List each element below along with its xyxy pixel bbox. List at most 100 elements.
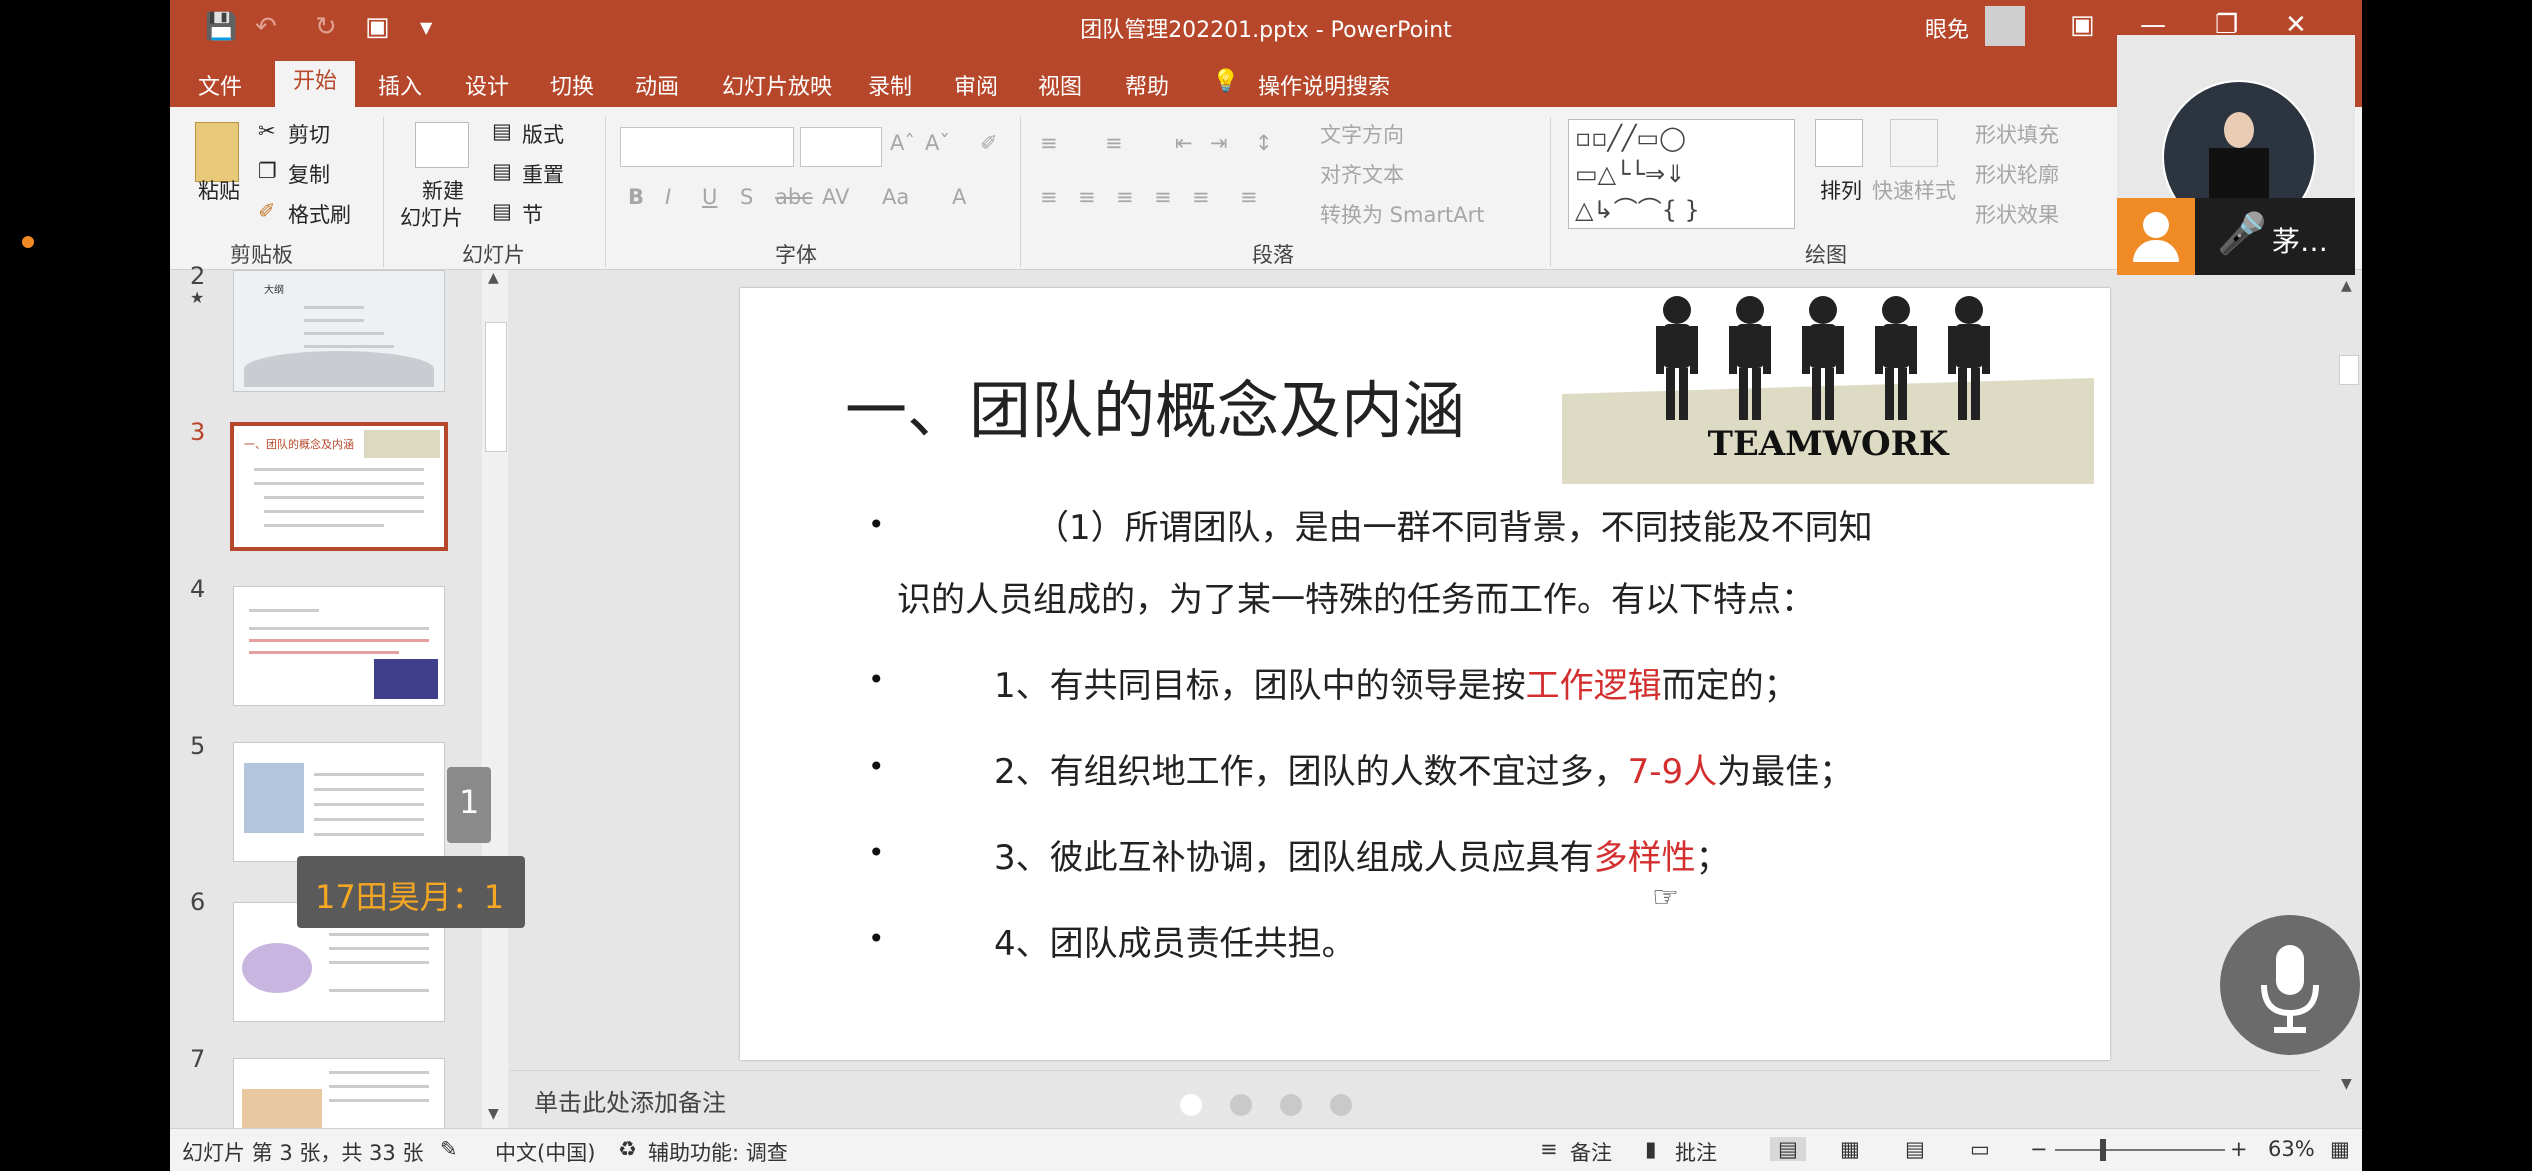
scroll-up-icon[interactable]: ▲ bbox=[2341, 278, 2352, 294]
avatar[interactable] bbox=[1985, 6, 2025, 46]
quick-styles-button[interactable]: 快速样式 bbox=[1872, 175, 1956, 205]
cut-icon[interactable]: ✂ bbox=[258, 119, 276, 143]
normal-view-icon[interactable]: ▤ bbox=[1770, 1137, 1806, 1161]
language-indicator[interactable]: 中文(中国) bbox=[495, 1137, 595, 1167]
scroll-up-icon[interactable]: ▲ bbox=[488, 270, 499, 286]
slide-title[interactable]: 一、团队的概念及内涵 bbox=[845, 360, 1465, 450]
distributed-icon[interactable]: ≡ bbox=[1192, 185, 1210, 209]
align-right-icon[interactable]: ≡ bbox=[1116, 185, 1134, 209]
clear-format-icon[interactable]: ✐ bbox=[980, 131, 998, 155]
tab-review[interactable]: 审阅 bbox=[954, 69, 998, 101]
zoom-level[interactable]: 63% bbox=[2268, 1137, 2315, 1161]
ribbon-display-icon[interactable]: ▣ bbox=[2070, 10, 2095, 40]
video-call-tile[interactable]: 🎤 茅… bbox=[2117, 35, 2355, 275]
thumbnail-slide-2[interactable]: 大纲 bbox=[233, 270, 445, 392]
copy-icon[interactable]: ❐ bbox=[258, 159, 277, 183]
zoom-slider[interactable] bbox=[2055, 1149, 2225, 1151]
increase-indent-icon[interactable]: ⇥ bbox=[1210, 131, 1228, 155]
zoom-in-icon[interactable]: + bbox=[2230, 1137, 2248, 1161]
bullets-icon[interactable]: ≡ bbox=[1040, 131, 1058, 155]
convert-smartart-button[interactable]: 转换为 SmartArt bbox=[1320, 199, 1484, 229]
page-dot-active[interactable] bbox=[1180, 1094, 1202, 1116]
page-dot[interactable] bbox=[1330, 1094, 1352, 1116]
paragraph-1-line-1[interactable]: （1）所谓团队，是由一群不同背景，不同技能及不同知 bbox=[1035, 500, 1873, 549]
paragraph-3[interactable]: 2、有组织地工作，团队的人数不宜过多，7-9人为最佳； bbox=[994, 744, 1853, 793]
scrollbar-thumb[interactable] bbox=[485, 322, 507, 452]
font-name-input[interactable] bbox=[620, 127, 794, 167]
notes-pane[interactable]: 单击此处添加备注 bbox=[510, 1070, 2320, 1129]
layout-button[interactable]: 版式 bbox=[522, 119, 564, 149]
teamwork-image[interactable]: TEAMWORK bbox=[1562, 288, 2094, 484]
font-color-button[interactable]: A bbox=[952, 185, 966, 209]
line-spacing-icon[interactable]: ↕ bbox=[1255, 131, 1273, 155]
char-spacing-button[interactable]: AV bbox=[822, 185, 849, 209]
shape-effects-button[interactable]: 形状效果 bbox=[1975, 199, 2059, 229]
format-painter-icon[interactable]: ✐ bbox=[258, 199, 276, 223]
paragraph-5[interactable]: 4、团队成员责任共担。 bbox=[994, 916, 1356, 965]
align-left-icon[interactable]: ≡ bbox=[1040, 185, 1058, 209]
quick-styles-icon[interactable] bbox=[1890, 119, 1938, 167]
notes-button[interactable]: 备注 bbox=[1570, 1137, 1612, 1167]
new-slide-line1[interactable]: 新建 bbox=[422, 175, 464, 205]
thumbnail-scrollbar[interactable]: ▲ ▼ bbox=[482, 270, 508, 1128]
copy-button[interactable]: 复制 bbox=[288, 159, 330, 189]
thumbnail-slide-3[interactable]: 一、团队的概念及内涵 bbox=[230, 422, 448, 551]
tab-slideshow[interactable]: 幻灯片放映 bbox=[722, 69, 832, 101]
scroll-down-icon[interactable]: ▼ bbox=[2341, 1076, 2352, 1092]
grow-font-icon[interactable]: Aˆ bbox=[890, 131, 915, 155]
page-dot[interactable] bbox=[1230, 1094, 1252, 1116]
arrange-icon[interactable] bbox=[1815, 119, 1863, 167]
tab-help[interactable]: 帮助 bbox=[1125, 69, 1169, 101]
strikethrough-button[interactable]: abc bbox=[775, 185, 813, 209]
paste-button[interactable]: 粘贴 bbox=[198, 175, 240, 205]
italic-button[interactable]: I bbox=[665, 185, 671, 209]
slideshow-icon[interactable]: ▭ bbox=[1970, 1137, 1990, 1161]
decrease-indent-icon[interactable]: ⇤ bbox=[1175, 131, 1193, 155]
columns-icon[interactable]: ≡ bbox=[1240, 185, 1258, 209]
slide-canvas[interactable]: 一、团队的概念及内涵 TEAMWORK • （1）所谓团队，是由一群不同背景，不… bbox=[740, 288, 2110, 1060]
shrink-font-icon[interactable]: Aˇ bbox=[925, 131, 950, 155]
layout-icon[interactable]: ▤ bbox=[492, 119, 512, 143]
tab-animations[interactable]: 动画 bbox=[635, 69, 679, 101]
tab-record[interactable]: 录制 bbox=[868, 69, 912, 101]
new-slide-button[interactable]: 幻灯片 bbox=[400, 202, 463, 232]
tab-design[interactable]: 设计 bbox=[465, 69, 509, 101]
comments-icon[interactable]: ▮ bbox=[1645, 1137, 1657, 1161]
paste-icon[interactable] bbox=[195, 122, 239, 182]
scrollbar-thumb[interactable] bbox=[2339, 355, 2359, 385]
tab-transitions[interactable]: 切换 bbox=[550, 69, 594, 101]
underline-button[interactable]: U bbox=[702, 185, 717, 209]
paragraph-4[interactable]: 3、彼此互补协调，团队组成人员应具有多样性； bbox=[994, 830, 1730, 879]
format-painter-button[interactable]: 格式刷 bbox=[288, 199, 351, 229]
tab-home[interactable]: 开始 bbox=[275, 61, 356, 107]
align-center-icon[interactable]: ≡ bbox=[1078, 185, 1096, 209]
comments-button[interactable]: 批注 bbox=[1675, 1137, 1717, 1167]
bold-button[interactable]: B bbox=[628, 185, 644, 209]
change-case-button[interactable]: Aa bbox=[882, 185, 909, 209]
zoom-out-icon[interactable]: − bbox=[2030, 1137, 2048, 1161]
reset-button[interactable]: 重置 bbox=[522, 159, 564, 189]
numbering-icon[interactable]: ≡ bbox=[1105, 131, 1123, 155]
scroll-down-icon[interactable]: ▼ bbox=[488, 1106, 499, 1122]
shape-fill-button[interactable]: 形状填充 bbox=[1975, 119, 2059, 149]
voice-input-button[interactable] bbox=[2220, 915, 2360, 1055]
tab-file[interactable]: 文件 bbox=[198, 69, 242, 101]
justify-icon[interactable]: ≡ bbox=[1154, 185, 1172, 209]
tab-view[interactable]: 视图 bbox=[1038, 69, 1082, 101]
fit-slide-icon[interactable]: ▦ bbox=[2330, 1137, 2350, 1161]
slide-sorter-icon[interactable]: ▦ bbox=[1840, 1137, 1860, 1161]
tab-insert[interactable]: 插入 bbox=[378, 69, 422, 101]
section-icon[interactable]: ▤ bbox=[492, 199, 512, 223]
reading-view-icon[interactable]: ▤ bbox=[1905, 1137, 1925, 1161]
zoom-slider-thumb[interactable] bbox=[2100, 1139, 2106, 1161]
tell-me-search[interactable]: 操作说明搜索 bbox=[1258, 69, 1390, 101]
reset-icon[interactable]: ▤ bbox=[492, 159, 512, 183]
text-direction-button[interactable]: 文字方向 bbox=[1320, 119, 1404, 149]
shapes-gallery[interactable]: ▫▫╱╱▭◯ ▭△└└⇒⇓ △↳⌒⌒{ } bbox=[1568, 119, 1795, 229]
notes-icon[interactable]: ≡ bbox=[1540, 1137, 1558, 1161]
accessibility-status[interactable]: 辅助功能: 调查 bbox=[648, 1137, 788, 1167]
thumbnail-slide-4[interactable] bbox=[233, 586, 445, 706]
thumbnail-slide-5[interactable] bbox=[233, 742, 445, 862]
section-button[interactable]: 节 bbox=[522, 199, 543, 229]
cut-button[interactable]: 剪切 bbox=[288, 119, 330, 149]
